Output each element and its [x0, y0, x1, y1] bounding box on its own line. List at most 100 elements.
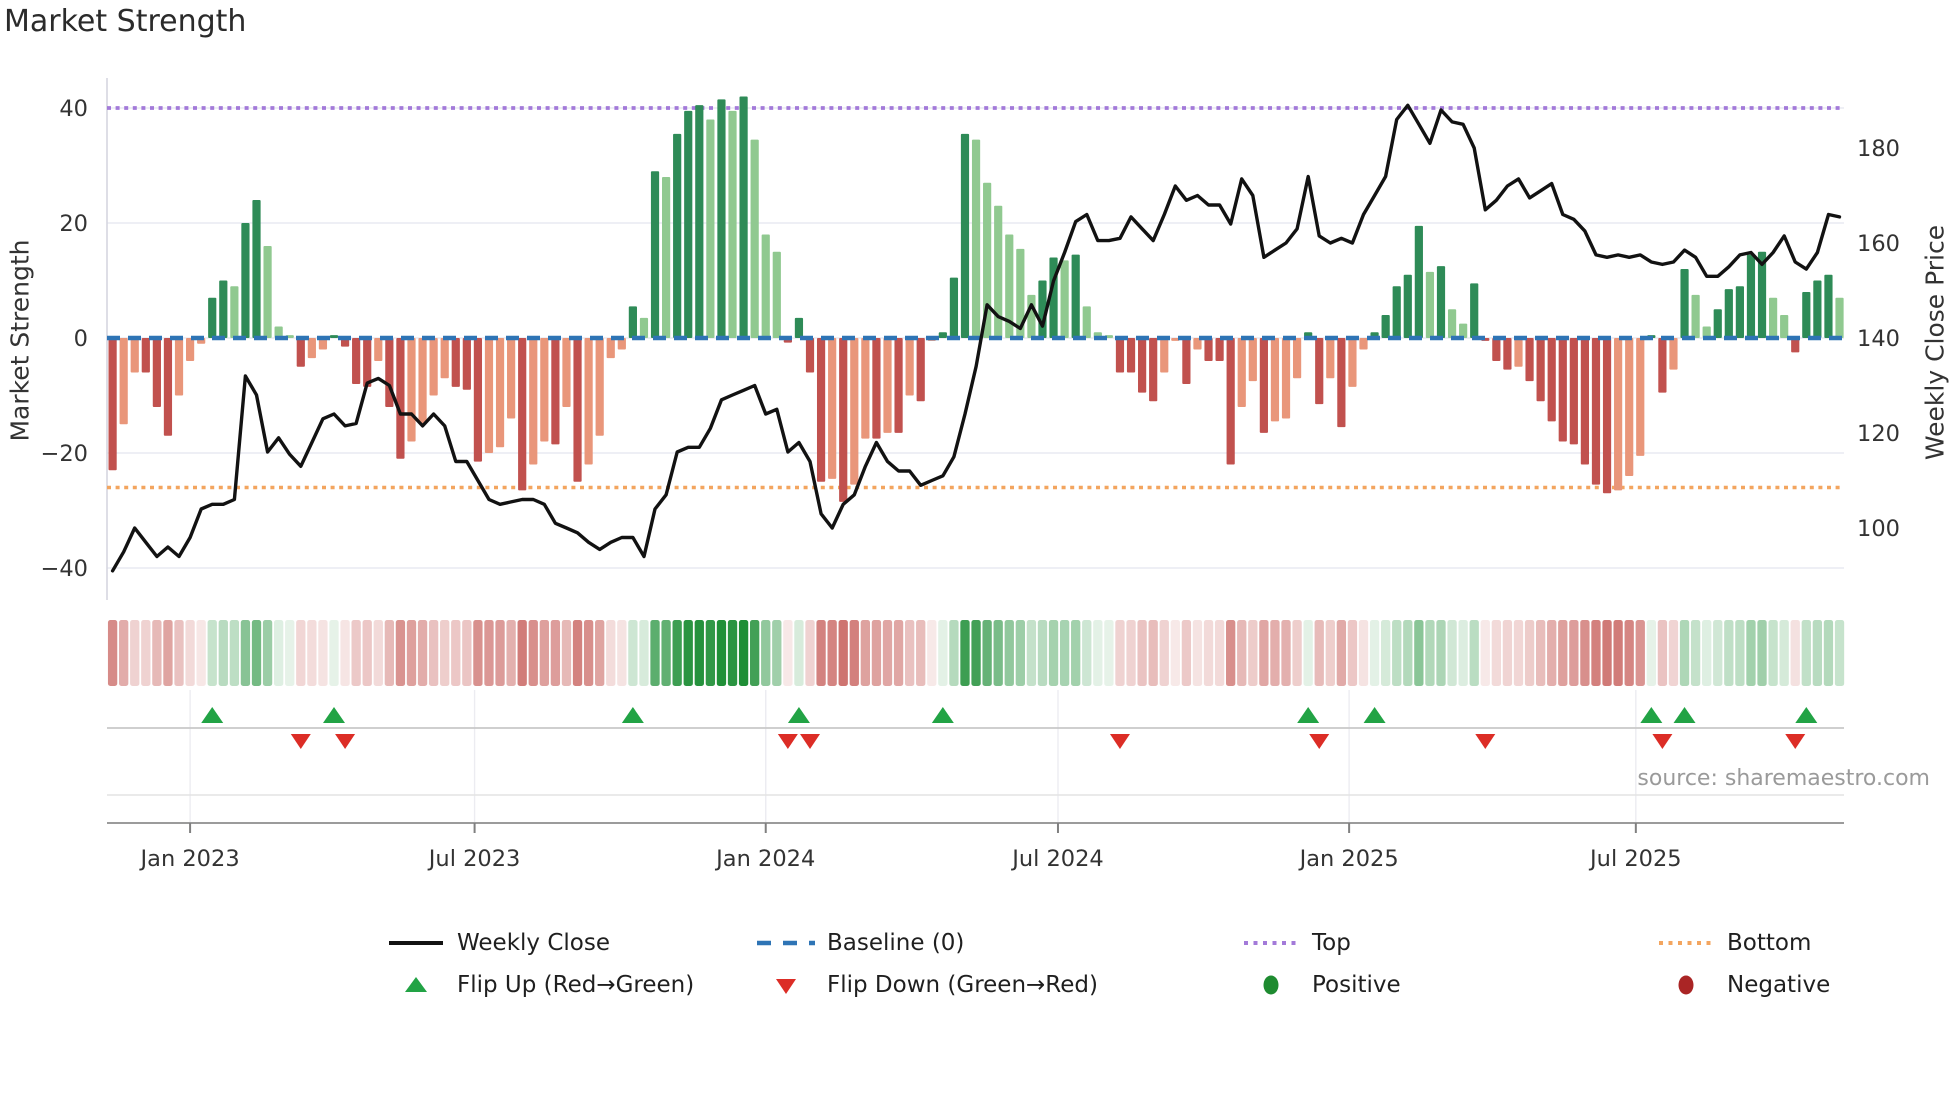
heatmap-cell — [141, 620, 151, 686]
legend-label: Flip Up (Red→Green) — [457, 972, 695, 998]
heatmap-cell — [318, 620, 328, 686]
flip-up-marker — [201, 707, 224, 723]
dotted-line-swatch-icon — [1655, 930, 1717, 956]
heatmap-cell — [1059, 620, 1070, 686]
heatmap-cell — [528, 620, 538, 686]
legend-item-negative: Negative — [1655, 967, 1830, 1003]
bar — [529, 338, 538, 465]
heatmap-cell — [506, 620, 516, 686]
bar — [1558, 338, 1567, 442]
bar — [462, 338, 471, 390]
heatmap-cell — [329, 620, 339, 686]
heatmap-cell — [1480, 620, 1490, 686]
heatmap-cell — [517, 620, 527, 686]
flip-down-marker — [1109, 734, 1130, 749]
flip-up-marker — [1795, 707, 1818, 723]
heatmap-cell — [1281, 620, 1291, 686]
heatmap-cell — [1513, 620, 1524, 686]
bar — [1348, 338, 1357, 387]
bar — [163, 338, 173, 436]
bar — [1724, 289, 1733, 338]
bar — [1381, 315, 1390, 338]
heatmap-cell — [1104, 620, 1114, 686]
heatmap-cell — [938, 620, 948, 686]
bar — [938, 332, 947, 338]
bar — [507, 338, 516, 419]
heatmap-cell — [982, 620, 992, 686]
bar — [1281, 338, 1291, 419]
bar — [1337, 338, 1346, 428]
heatmap-cell — [1325, 620, 1335, 686]
bar — [761, 234, 770, 338]
heatmap-cell — [1082, 620, 1092, 686]
bar — [695, 105, 704, 338]
bar — [1403, 274, 1412, 338]
bar — [1514, 338, 1523, 367]
flip-down-marker — [290, 734, 311, 749]
heatmap-cell — [1314, 620, 1324, 686]
bar — [1680, 269, 1689, 338]
bar — [1270, 338, 1280, 422]
heatmap-cell — [1414, 620, 1424, 686]
bar — [363, 338, 372, 387]
flip-up-marker — [787, 707, 810, 723]
heatmap-cell — [539, 620, 549, 686]
source-credit: source: sharemaestro.com — [1637, 766, 1930, 791]
heatmap-cell — [1248, 620, 1258, 686]
heatmap-cell — [1591, 620, 1601, 686]
heatmap-cell — [750, 620, 760, 686]
heatmap-cell — [1547, 620, 1557, 686]
bar — [1126, 338, 1136, 373]
heatmap-cell — [561, 620, 572, 686]
heatmap-cell — [1502, 620, 1513, 686]
heatmap-cell — [1004, 620, 1014, 686]
bar — [1492, 338, 1501, 361]
triangle-down-icon — [755, 972, 817, 998]
heatmap-cell — [949, 620, 959, 686]
flip-up-marker — [1640, 707, 1663, 723]
bar — [1625, 338, 1634, 476]
heatmap-cell — [1624, 620, 1634, 686]
heatmap-cell — [1093, 620, 1103, 686]
tick-label: Jul 2025 — [1588, 846, 1682, 872]
flip-down-marker — [1785, 734, 1806, 749]
triangle-up-icon — [385, 972, 447, 998]
tick-label: 120 — [1857, 421, 1900, 447]
bar — [1769, 297, 1778, 338]
heatmap-cell — [1702, 620, 1712, 686]
heatmap-cell — [827, 620, 837, 686]
dotted-line-swatch-icon — [1240, 930, 1302, 956]
heatmap-cell — [1491, 620, 1501, 686]
heatmap-cell — [119, 620, 129, 686]
bar — [429, 338, 438, 396]
bar — [1824, 274, 1833, 338]
heatmap-cell — [196, 620, 206, 686]
bar — [1392, 286, 1401, 338]
heatmap-cell — [805, 620, 815, 686]
heatmap-cell — [1524, 620, 1535, 686]
tick-label: 40 — [59, 96, 88, 122]
bar — [1470, 283, 1479, 338]
bar — [208, 297, 217, 338]
bar — [473, 338, 483, 462]
bar — [1226, 338, 1235, 465]
bar — [839, 338, 848, 502]
heatmap-cell — [1071, 620, 1081, 686]
heatmap-cell — [993, 620, 1003, 686]
bar — [1425, 271, 1435, 338]
heatmap-cell — [794, 620, 804, 686]
bar — [1580, 338, 1590, 465]
heatmap-cell — [1214, 620, 1225, 686]
bar — [396, 338, 405, 459]
heatmap-cell — [816, 620, 826, 686]
heatmap-cell — [1292, 620, 1302, 686]
tick-label: −20 — [41, 441, 88, 467]
heatmap-cell — [960, 620, 970, 686]
flip-up-marker — [1363, 707, 1386, 723]
bar — [1071, 254, 1080, 338]
heatmap-cell — [1203, 620, 1214, 686]
legend-label: Negative — [1727, 972, 1831, 998]
bar — [518, 338, 527, 491]
heatmap-cell — [1148, 620, 1158, 686]
heatmap-cell — [274, 620, 284, 686]
